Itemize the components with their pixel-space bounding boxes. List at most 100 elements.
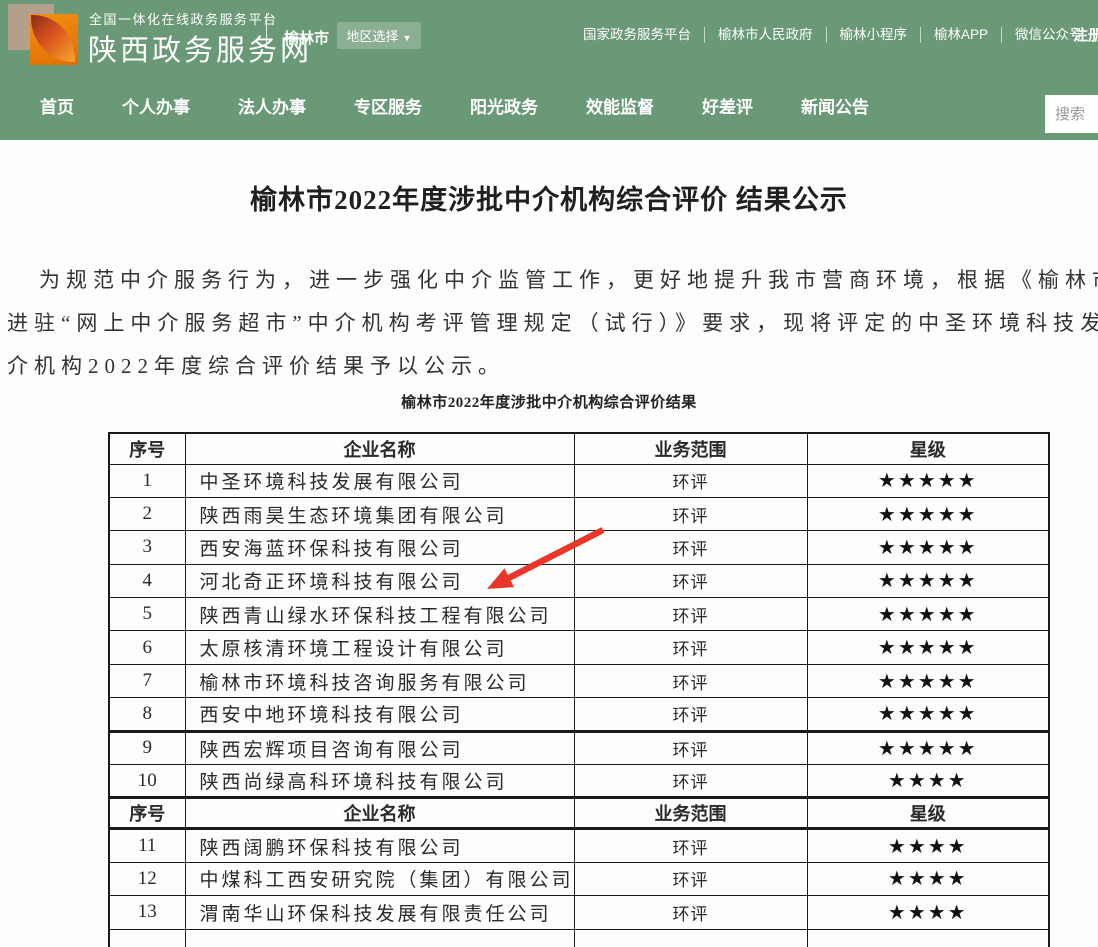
business-scope-cell: 环评 — [574, 765, 807, 798]
company-name-cell: 榆林市环境科技咨询服务有限公司 — [185, 664, 574, 697]
company-name-cell: 西安中地环境科技有限公司 — [185, 698, 574, 731]
star-rating-cell: ★★★★★ — [807, 497, 1049, 530]
business-scope-cell: 环评 — [574, 598, 807, 631]
star-rating-cell: ★★★★ — [807, 765, 1049, 798]
star-rating-cell: ★★★★ — [807, 896, 1049, 929]
table-header-row: 序号企业名称业务范围星级 — [109, 433, 1049, 464]
document-area: 榆林市2022年度涉批中介机构综合评价 结果公示 为规范中介服务行为，进一步强化… — [0, 140, 1098, 947]
chevron-down-icon: ▼ — [403, 33, 412, 43]
search-input[interactable] — [1045, 95, 1098, 133]
company-name-cell: 陕西阔鹏环保科技有限公司 — [185, 829, 574, 862]
region-selector-button[interactable]: 地区选择 ▼ — [337, 22, 421, 49]
company-name-cell: 太原核清环境工程设计有限公司 — [185, 631, 574, 664]
main-nav: 首页 个人办事 法人办事 专区服务 阳光政务 效能监督 好差评 新闻公告 — [40, 93, 869, 118]
star-rating-cell — [807, 929, 1049, 947]
seq-cell: 11 — [109, 829, 185, 862]
table-row: 7榆林市环境科技咨询服务有限公司环评★★★★★ — [109, 664, 1049, 697]
seq-cell: 12 — [109, 862, 185, 895]
register-link[interactable]: 注册 — [1073, 24, 1098, 45]
star-rating-cell: ★★★★★ — [807, 631, 1049, 664]
region-selector-label: 地区选择 — [347, 29, 399, 44]
table-row: 11陕西阔鹏环保科技有限公司环评★★★★ — [109, 829, 1049, 862]
results-table-body: 序号企业名称业务范围星级1中圣环境科技发展有限公司环评★★★★★2陕西雨昊生态环… — [109, 433, 1049, 947]
site-logo-icon — [8, 4, 80, 72]
page: 全国一体化在线政务服务平台 陕西政务服务网 榆林市 地区选择▼ 国家政务服务平台… — [0, 0, 1098, 947]
company-name-cell: 陕西青山绿水环保科技工程有限公司 — [185, 598, 574, 631]
seq-cell: 4 — [109, 564, 185, 597]
seq-cell: 9 — [109, 731, 185, 764]
nav-item-3[interactable]: 专区服务 — [354, 93, 422, 118]
business-scope-cell: 环评 — [574, 531, 807, 564]
star-rating-cell: ★★★★★ — [807, 464, 1049, 497]
business-scope-cell: 环评 — [574, 464, 807, 497]
business-scope-cell: 环评 — [574, 896, 807, 929]
company-name-cell: 西安海蓝环保科技有限公司 — [185, 531, 574, 564]
header-divider — [266, 13, 267, 49]
table-row: 8西安中地环境科技有限公司环评★★★★★ — [109, 698, 1049, 731]
table-row: 5陕西青山绿水环保科技工程有限公司环评★★★★★ — [109, 598, 1049, 631]
business-scope-cell: 环评 — [574, 829, 807, 862]
table-row: 1中圣环境科技发展有限公司环评★★★★★ — [109, 464, 1049, 497]
column-header-1: 企业名称 — [185, 433, 574, 464]
star-rating-cell: ★★★★ — [807, 829, 1049, 862]
seq-cell: 6 — [109, 631, 185, 664]
table-row: 12中煤科工西安研究院（集团）有限公司环评★★★★ — [109, 862, 1049, 895]
company-name-cell: 中煤科工西安研究院（集团）有限公司 — [185, 862, 574, 895]
table-row: 2陕西雨昊生态环境集团有限公司环评★★★★★ — [109, 497, 1049, 530]
company-name-cell: 陕西尚绿高科环境科技有限公司 — [185, 765, 574, 798]
top-links: 国家政务服务平台榆林市人民政府榆林小程序榆林APP微信公众号 — [570, 26, 1096, 44]
seq-cell: 5 — [109, 598, 185, 631]
seq-cell: 8 — [109, 698, 185, 731]
nav-item-7[interactable]: 新闻公告 — [801, 93, 869, 118]
column-header-3: 星级 — [807, 433, 1049, 464]
star-rating-cell: ★★★★★ — [807, 531, 1049, 564]
business-scope-cell: 环评 — [574, 698, 807, 731]
table-row: 10陕西尚绿高科环境科技有限公司环评★★★★ — [109, 765, 1049, 798]
seq-cell: 13 — [109, 896, 185, 929]
top-link-1[interactable]: 榆林市人民政府 — [705, 27, 827, 43]
company-name-cell: 中圣环境科技发展有限公司 — [185, 464, 574, 497]
star-rating-cell: ★★★★★ — [807, 731, 1049, 764]
current-city-label: 榆林市 — [284, 27, 329, 48]
seq-cell: 2 — [109, 497, 185, 530]
business-scope-cell: 环评 — [574, 862, 807, 895]
star-rating-cell: ★★★★ — [807, 862, 1049, 895]
nav-item-1[interactable]: 个人办事 — [122, 93, 190, 118]
table-row: 6太原核清环境工程设计有限公司环评★★★★★ — [109, 631, 1049, 664]
table-row: 13渭南华山环保科技发展有限责任公司环评★★★★ — [109, 896, 1049, 929]
table-row: 3西安海蓝环保科技有限公司环评★★★★★ — [109, 531, 1049, 564]
paragraph-line: 介机构2022年度综合评价结果予以公示。 — [7, 350, 505, 380]
page-title: 榆林市2022年度涉批中介机构综合评价 结果公示 — [0, 178, 1098, 217]
company-name-cell: 陕西雨昊生态环境集团有限公司 — [185, 497, 574, 530]
business-scope-cell: 环评 — [574, 731, 807, 764]
seq-cell: 10 — [109, 765, 185, 798]
nav-item-4[interactable]: 阳光政务 — [470, 93, 538, 118]
star-rating-cell: ★★★★★ — [807, 664, 1049, 697]
top-link-2[interactable]: 榆林小程序 — [827, 27, 922, 43]
paragraph-line: 进驻“网上中介服务超市”中介机构考评管理规定（试行）》要求，现将评定的中圣环境科… — [7, 307, 1098, 337]
top-link-0[interactable]: 国家政务服务平台 — [570, 27, 705, 43]
nav-item-2[interactable]: 法人办事 — [238, 93, 306, 118]
top-link-3[interactable]: 榆林APP — [921, 27, 1002, 43]
table-row: 9陕西宏辉项目咨询有限公司环评★★★★★ — [109, 731, 1049, 764]
column-header-2: 业务范围 — [574, 433, 807, 464]
paragraph-line: 为规范中介服务行为，进一步强化中介监管工作，更好地提升我市营商环境，根据《榆林市… — [7, 264, 1098, 294]
company-name-cell — [185, 929, 574, 947]
nav-item-5[interactable]: 效能监督 — [586, 93, 654, 118]
table-caption: 榆林市2022年度涉批中介机构综合评价结果 — [0, 391, 1098, 412]
evaluation-results-table: 序号企业名称业务范围星级1中圣环境科技发展有限公司环评★★★★★2陕西雨昊生态环… — [108, 432, 1050, 947]
table-header-row: 序号企业名称业务范围星级 — [109, 798, 1049, 829]
column-header-0: 序号 — [109, 798, 185, 829]
seq-cell: 1 — [109, 464, 185, 497]
nav-item-6[interactable]: 好差评 — [702, 93, 753, 118]
company-name-cell: 河北奇正环境科技有限公司 — [185, 564, 574, 597]
business-scope-cell: 环评 — [574, 664, 807, 697]
column-header-0: 序号 — [109, 433, 185, 464]
seq-cell: 3 — [109, 531, 185, 564]
star-rating-cell: ★★★★★ — [807, 598, 1049, 631]
site-header: 全国一体化在线政务服务平台 陕西政务服务网 榆林市 地区选择▼ 国家政务服务平台… — [0, 0, 1098, 140]
nav-item-0[interactable]: 首页 — [40, 93, 74, 118]
star-rating-cell: ★★★★★ — [807, 698, 1049, 731]
seq-cell: 7 — [109, 664, 185, 697]
table-row — [109, 929, 1049, 947]
